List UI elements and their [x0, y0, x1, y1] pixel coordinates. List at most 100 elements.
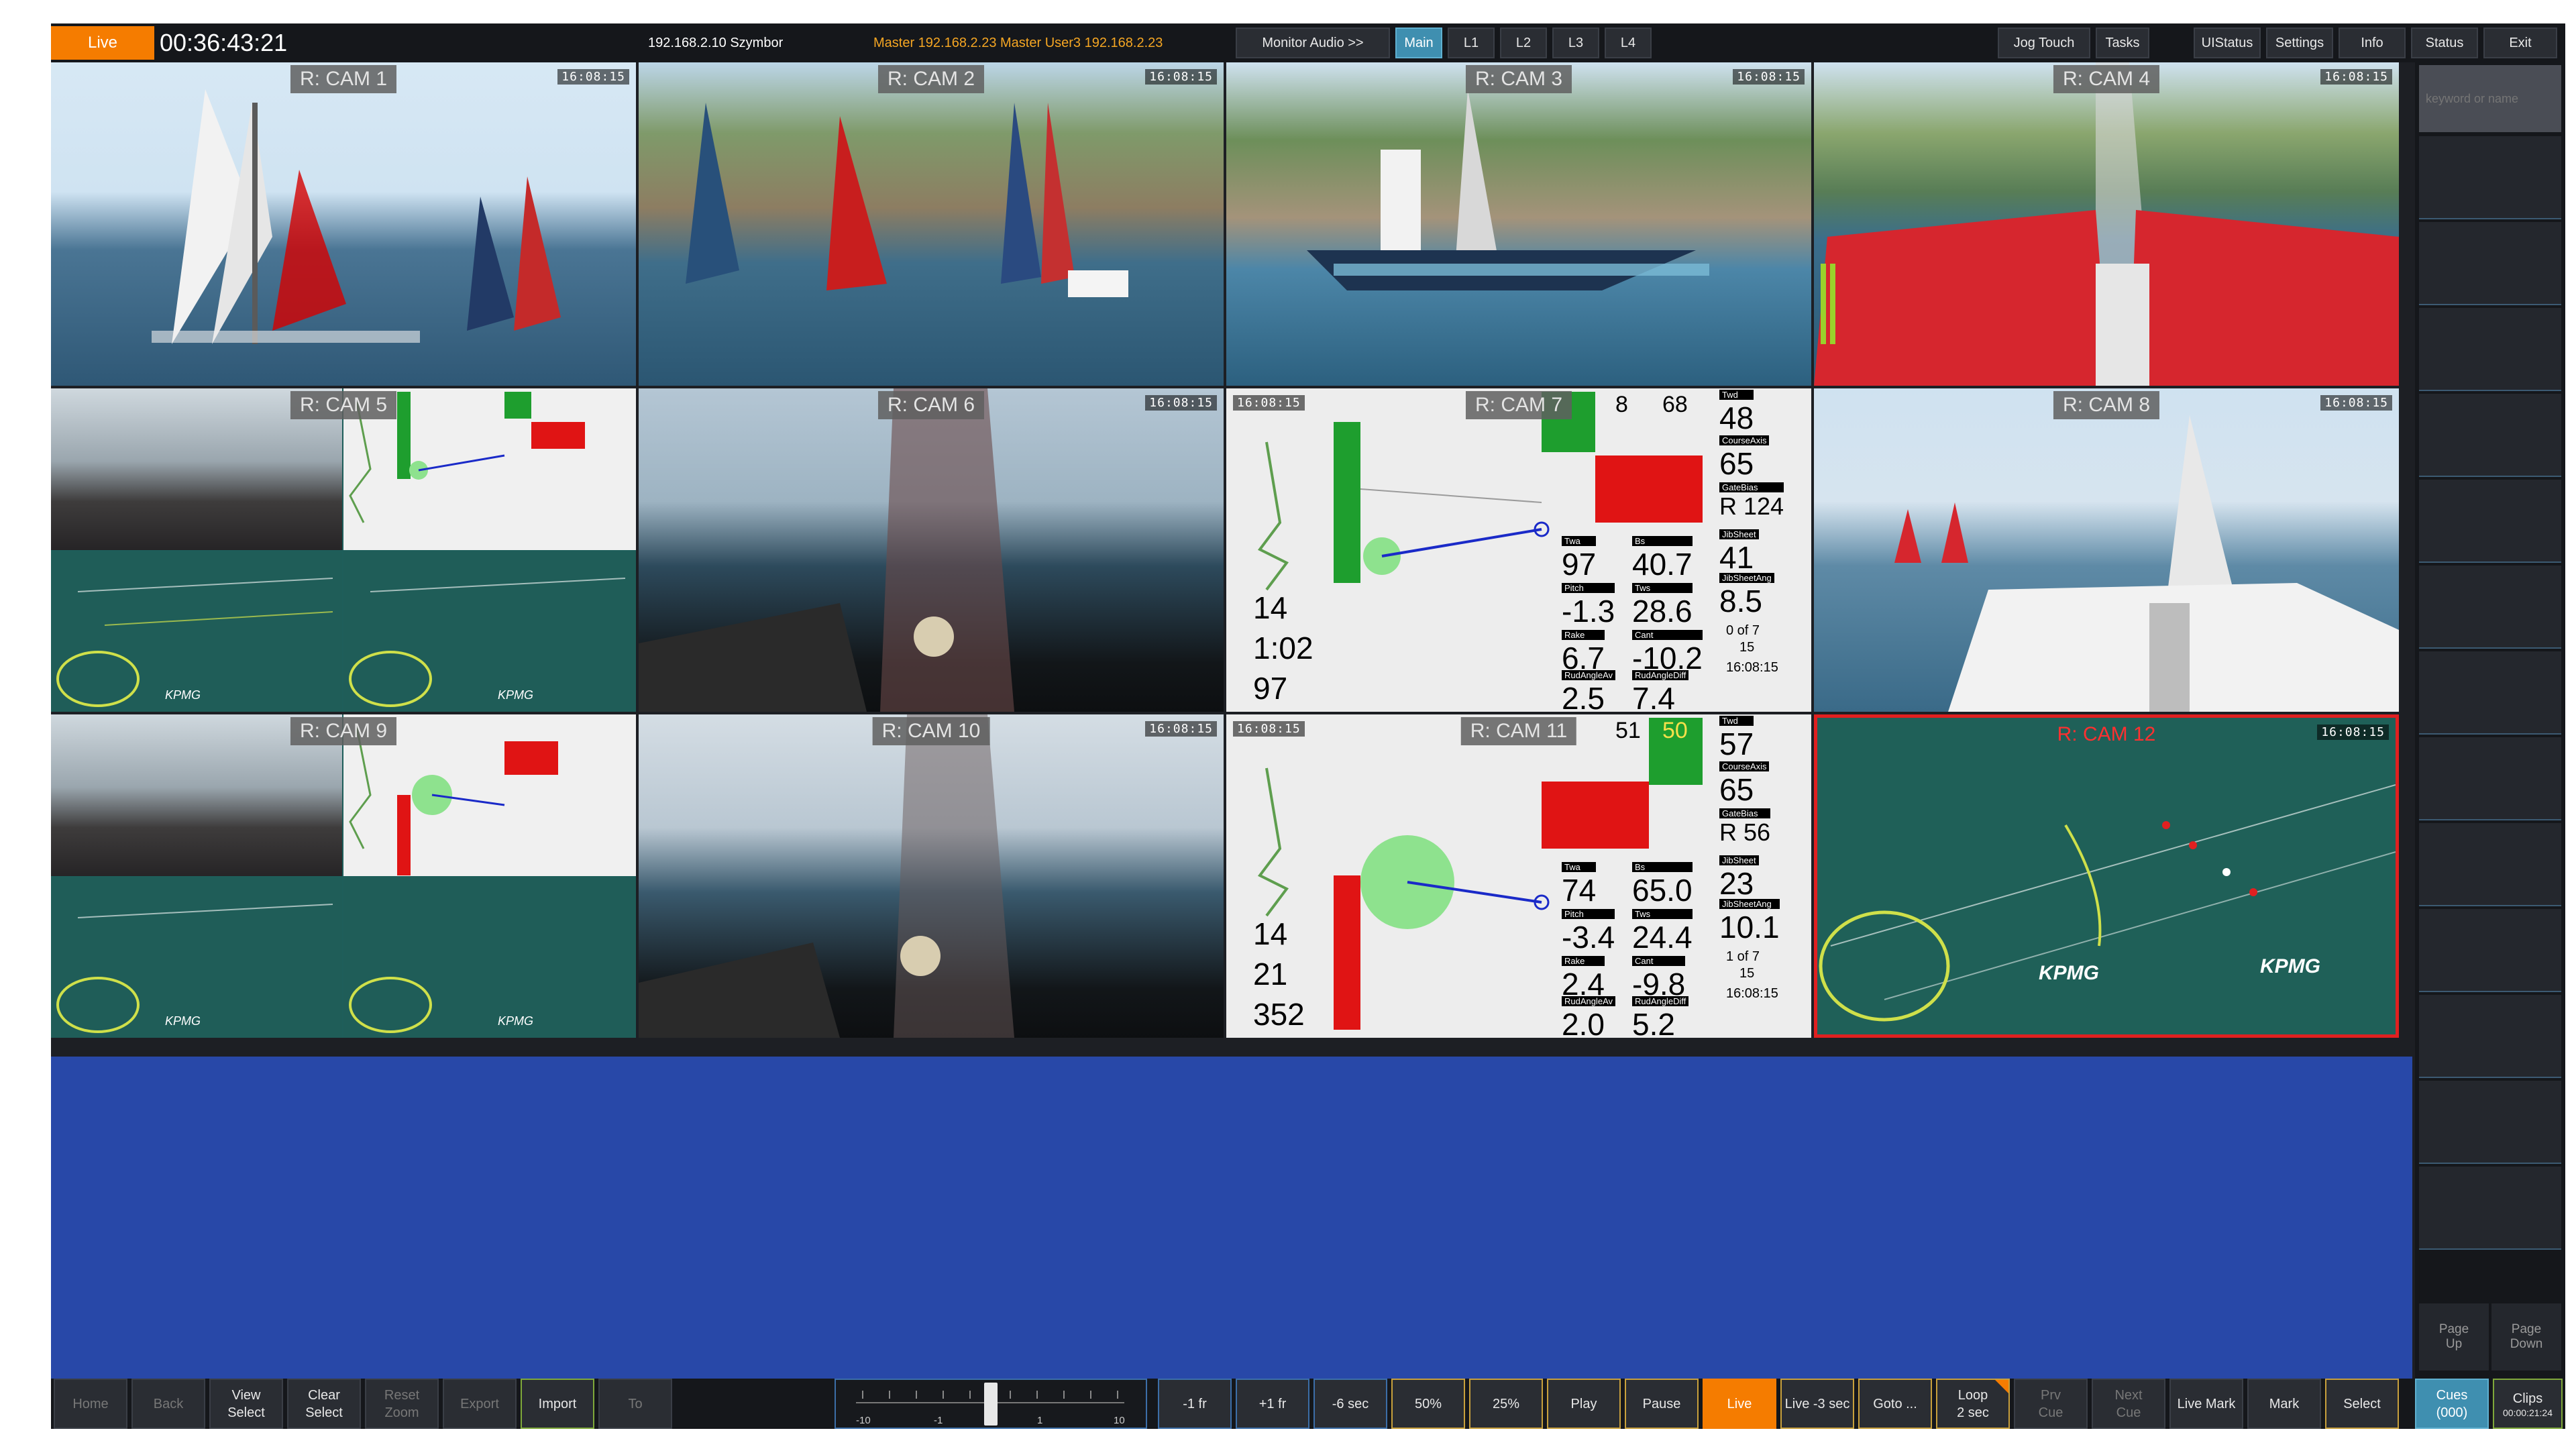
camera-feed: [1307, 89, 1709, 290]
clips-button[interactable]: Clips 00:00:21:24: [2493, 1379, 2563, 1429]
uistatus-button[interactable]: UIStatus: [2194, 28, 2261, 58]
play-button[interactable]: Play: [1547, 1379, 1621, 1429]
clip-slot[interactable]: [2419, 308, 2561, 391]
exit-button[interactable]: Exit: [2483, 28, 2557, 58]
back-button[interactable]: Back: [131, 1379, 205, 1429]
camera-tile-9[interactable]: KPMG KPMG R: CAM 9: [51, 714, 636, 1038]
camera-tile-1[interactable]: R: CAM 1 16:08:15: [51, 62, 636, 386]
search-input[interactable]: [2419, 65, 2561, 132]
stat-position: 1 of 7: [1726, 949, 1760, 964]
jog-handle[interactable]: [984, 1383, 998, 1426]
clip-slot[interactable]: [2419, 1081, 2561, 1164]
live-mark-button[interactable]: Live Mark: [2169, 1379, 2243, 1429]
camera-label: R: CAM 12: [2057, 723, 2156, 745]
clip-slot[interactable]: [2419, 737, 2561, 820]
plus-1-frame-button[interactable]: +1 fr: [1236, 1379, 1309, 1429]
clear-select-button[interactable]: Clear Select: [287, 1379, 361, 1429]
clip-slot[interactable]: [2419, 566, 2561, 649]
stat-cant: Cant -10.2: [1632, 630, 1703, 676]
camera-tile-2[interactable]: R: CAM 2 16:08:15: [639, 62, 1224, 386]
camera-timecode: 16:08:15: [2317, 724, 2389, 740]
camera-feed: [1814, 62, 2399, 386]
svg-text:KPMG: KPMG: [498, 1014, 533, 1028]
import-button[interactable]: Import: [521, 1379, 594, 1429]
camera-tile-7[interactable]: 14 1:02 97 8 68 Twa 97 Bs 40.7 Pitch -1.3 T…: [1226, 388, 1811, 712]
channel-main-button[interactable]: Main: [1395, 28, 1442, 58]
previous-cue-button[interactable]: Prv Cue: [2014, 1379, 2088, 1429]
monitor-audio-button[interactable]: Monitor Audio >>: [1236, 28, 1390, 58]
stat-twa: Twa 97: [1562, 536, 1597, 582]
mark-button[interactable]: Mark: [2247, 1379, 2321, 1429]
to-button[interactable]: To: [598, 1379, 672, 1429]
camera-timecode: 16:08:15: [2320, 69, 2392, 85]
minus-1-frame-button[interactable]: -1 fr: [1158, 1379, 1232, 1429]
stat-left-a: 14: [1253, 916, 1288, 951]
clip-list-panel: Page Up Page Down: [2415, 62, 2565, 1379]
status-button[interactable]: Status: [2411, 28, 2478, 58]
camera-tile-10[interactable]: R: CAM 10 16:08:15: [639, 714, 1224, 1038]
home-button[interactable]: Home: [54, 1379, 127, 1429]
clip-slot[interactable]: [2419, 995, 2561, 1078]
clip-slot[interactable]: [2419, 1167, 2561, 1250]
camera-label: R: CAM 2: [877, 65, 985, 93]
stat-top-a: 8: [1615, 392, 1628, 417]
settings-button[interactable]: Settings: [2266, 28, 2333, 58]
export-button[interactable]: Export: [443, 1379, 517, 1429]
stat-rud-angle: RudAngleAv 2.5: [1562, 670, 1616, 712]
tracking-map-left: KPMG: [51, 877, 342, 1038]
clip-slot[interactable]: [2419, 394, 2561, 477]
speed-50-button[interactable]: 50%: [1391, 1379, 1465, 1429]
camera-feed: KPMG KPMG: [1819, 784, 2396, 1022]
tasks-button[interactable]: Tasks: [2096, 28, 2149, 58]
top-bar: Live 00:36:43:21 192.168.2.10 Szymbor Ma…: [51, 23, 2565, 62]
jog-scale-label: 1: [1037, 1415, 1043, 1426]
clip-slot[interactable]: [2419, 651, 2561, 735]
next-cue-button[interactable]: Next Cue: [2092, 1379, 2165, 1429]
pause-button[interactable]: Pause: [1625, 1379, 1699, 1429]
stat-left-c: 97: [1253, 671, 1288, 706]
live-indicator[interactable]: Live: [51, 26, 154, 60]
page-up-button[interactable]: Page Up: [2419, 1303, 2489, 1371]
speed-25-button[interactable]: 25%: [1469, 1379, 1543, 1429]
channel-l2-button[interactable]: L2: [1500, 28, 1547, 58]
channel-l1-button[interactable]: L1: [1448, 28, 1495, 58]
stat-twd: Twd 57: [1719, 716, 1754, 761]
live-minus-3-sec-button[interactable]: Live -3 sec: [1780, 1379, 1854, 1429]
reset-zoom-button[interactable]: Reset Zoom: [365, 1379, 439, 1429]
goto-button[interactable]: Goto ...: [1858, 1379, 1932, 1429]
camera-label: R: CAM 4: [2053, 65, 2160, 93]
stat-gate-bias: GateBias R 56: [1719, 808, 1771, 846]
clip-slot[interactable]: [2419, 823, 2561, 906]
camera-tile-6[interactable]: R: CAM 6 16:08:15: [639, 388, 1224, 712]
select-button[interactable]: Select: [2325, 1379, 2399, 1429]
camera-label: R: CAM 3: [1465, 65, 1572, 93]
live-button[interactable]: Live: [1703, 1379, 1776, 1429]
jog-touch-button[interactable]: Jog Touch: [1998, 28, 2090, 58]
svg-text:KPMG: KPMG: [2039, 962, 2099, 984]
clip-slot[interactable]: [2419, 909, 2561, 992]
cues-button[interactable]: Cues (000): [2415, 1379, 2489, 1429]
channel-l4-button[interactable]: L4: [1605, 28, 1652, 58]
loop-button[interactable]: Loop 2 sec: [1936, 1379, 2010, 1429]
camera-tile-5[interactable]: KPMG KPMG R: CAM 5: [51, 388, 636, 712]
clips-label: Clips: [2512, 1391, 2543, 1406]
camera-feed: [1894, 415, 2399, 712]
svg-text:KPMG: KPMG: [498, 688, 533, 702]
camera-tile-4[interactable]: R: CAM 4 16:08:15: [1814, 62, 2399, 386]
stat-top-b: 68: [1662, 392, 1688, 417]
channel-l3-button[interactable]: L3: [1552, 28, 1599, 58]
camera-feed: [686, 103, 1128, 297]
minus-6-sec-button[interactable]: -6 sec: [1313, 1379, 1387, 1429]
page-down-button[interactable]: Page Down: [2491, 1303, 2561, 1371]
clip-slot[interactable]: [2419, 136, 2561, 219]
jog-shuttle[interactable]: -10 -1 1 10: [835, 1379, 1147, 1429]
clip-slot[interactable]: [2419, 480, 2561, 563]
info-button[interactable]: Info: [2339, 28, 2406, 58]
camera-tile-3[interactable]: R: CAM 3 16:08:15: [1226, 62, 1811, 386]
view-select-button[interactable]: View Select: [209, 1379, 283, 1429]
camera-tile-12[interactable]: KPMG KPMG R: CAM 12 16:08:15: [1814, 714, 2399, 1038]
camera-tile-8[interactable]: R: CAM 8 16:08:15: [1814, 388, 2399, 712]
loop-active-marker: [1995, 1380, 2008, 1393]
clip-slot[interactable]: [2419, 222, 2561, 305]
camera-tile-11[interactable]: 14 21 352 51 50 Twa 74 Bs 65.0 Pitch -3.4 T…: [1226, 714, 1811, 1038]
